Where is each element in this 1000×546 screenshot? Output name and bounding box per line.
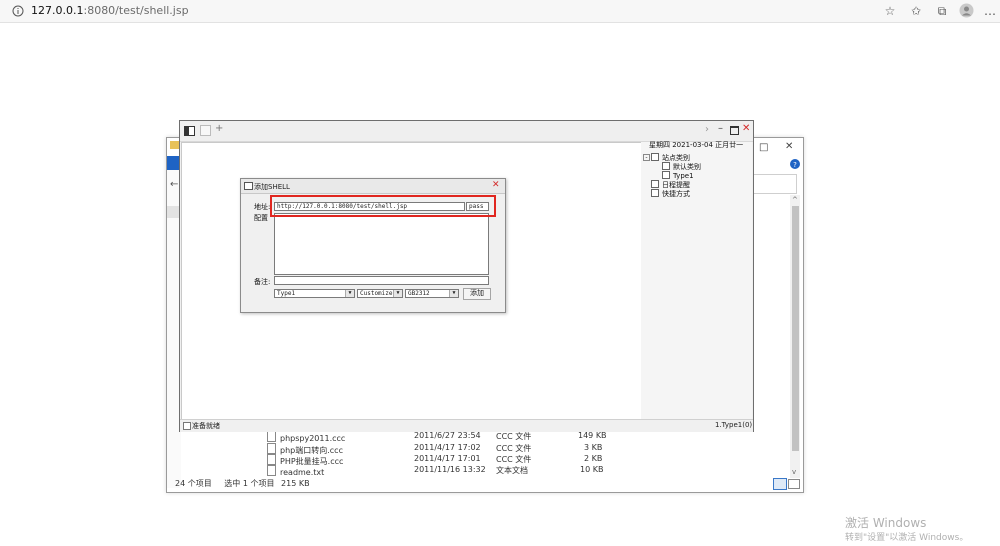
selected-count: 选中 1 个项目	[224, 479, 275, 488]
address-label: 地址:	[254, 203, 271, 211]
minimize-icon[interactable]: –	[718, 123, 723, 134]
dialog-titlebar: 添加SHELL ✕	[241, 179, 505, 194]
more-icon[interactable]: …	[982, 3, 998, 19]
file-icon	[267, 443, 276, 454]
folder-icon	[651, 153, 659, 161]
status-icon	[183, 422, 191, 430]
tree-type1[interactable]: Type1	[662, 171, 694, 180]
highlight-box	[270, 195, 496, 217]
file-icon	[267, 431, 276, 442]
maximize-icon[interactable]	[730, 126, 739, 135]
collections-icon[interactable]: ⧉	[934, 3, 950, 19]
folder-icon	[170, 141, 179, 149]
url-host: 127.0.0.1	[31, 4, 84, 17]
status-count: 1.Type1(0)	[715, 421, 753, 429]
profile-icon[interactable]	[959, 3, 974, 18]
file-icon	[267, 454, 276, 465]
back-arrow-icon[interactable]: ←	[170, 179, 178, 190]
close-icon[interactable]: ✕	[785, 141, 793, 152]
search-input[interactable]	[753, 174, 797, 194]
chevron-down-icon: ▼	[449, 290, 458, 297]
address-bar[interactable]: 127.0.0.1:8080/test/shell.jsp	[31, 4, 189, 17]
scrollbar-thumb[interactable]	[792, 206, 799, 451]
favorite-add-icon[interactable]: ☆	[882, 3, 898, 19]
side-panel: 星期四 2021-03-04 正月廿一 - 站点类别 默认类别 Type1 日程…	[641, 141, 752, 419]
folder-icon	[662, 171, 670, 179]
note-input[interactable]	[274, 276, 489, 285]
tab-blank[interactable]	[200, 125, 211, 136]
status-text: 准备就绪	[192, 422, 220, 430]
calendar-icon	[651, 180, 659, 188]
chevron-right-icon[interactable]: ›	[705, 124, 709, 135]
tree-shortcuts[interactable]: 快捷方式	[651, 189, 690, 199]
script-select[interactable]: Customize ▼	[357, 289, 403, 298]
config-label: 配置	[254, 214, 268, 222]
minimize-icon[interactable]: □	[759, 142, 768, 153]
shortcut-icon	[651, 189, 659, 197]
favorites-icon[interactable]: ✩	[908, 3, 924, 19]
activation-watermark-hint: 转到"设置"以激活 Windows。	[845, 533, 969, 543]
app-statusbar: 准备就绪 1.Type1(0)	[180, 419, 753, 432]
collapse-icon[interactable]: -	[643, 154, 650, 161]
info-icon[interactable]	[12, 5, 24, 17]
type-select[interactable]: Type1 ▼	[274, 289, 355, 298]
details-view-icon[interactable]	[773, 478, 787, 490]
window-icon	[184, 126, 195, 136]
note-label: 备注:	[254, 278, 271, 286]
close-icon[interactable]: ✕	[742, 123, 750, 134]
browser-toolbar: 127.0.0.1:8080/test/shell.jsp ☆ ✩ ⧉ …	[0, 0, 1000, 23]
add-button[interactable]: 添加	[463, 288, 491, 300]
explorer-statusbar: 24 个项目 选中 1 个项目 215 KB	[175, 478, 310, 489]
close-icon[interactable]: ✕	[492, 180, 500, 190]
date-display: 星期四 2021-03-04 正月廿一	[649, 141, 744, 149]
app-titlebar: + › – ✕	[180, 121, 753, 142]
item-count: 24 个项目	[175, 479, 212, 488]
add-tab-button[interactable]: +	[215, 123, 223, 134]
large-icons-view-icon[interactable]	[788, 479, 800, 489]
encoding-select[interactable]: GB2312 ▼	[405, 289, 459, 298]
config-textarea[interactable]	[274, 213, 489, 275]
svg-text:?: ?	[793, 161, 797, 169]
url-path: :8080/test/shell.jsp	[83, 4, 189, 17]
file-icon	[267, 465, 276, 476]
activation-watermark-title: 激活 Windows	[845, 516, 927, 530]
folder-icon	[662, 162, 670, 170]
chevron-down-icon: ▼	[345, 290, 354, 297]
scroll-up-icon[interactable]: ^	[792, 196, 798, 204]
help-icon[interactable]: ?	[790, 159, 800, 169]
dialog-title: 添加SHELL	[254, 183, 290, 191]
selected-size: 215 KB	[281, 479, 310, 488]
chevron-down-icon: ▼	[393, 290, 402, 297]
scroll-down-icon[interactable]: v	[792, 468, 796, 476]
dialog-icon	[244, 182, 253, 190]
